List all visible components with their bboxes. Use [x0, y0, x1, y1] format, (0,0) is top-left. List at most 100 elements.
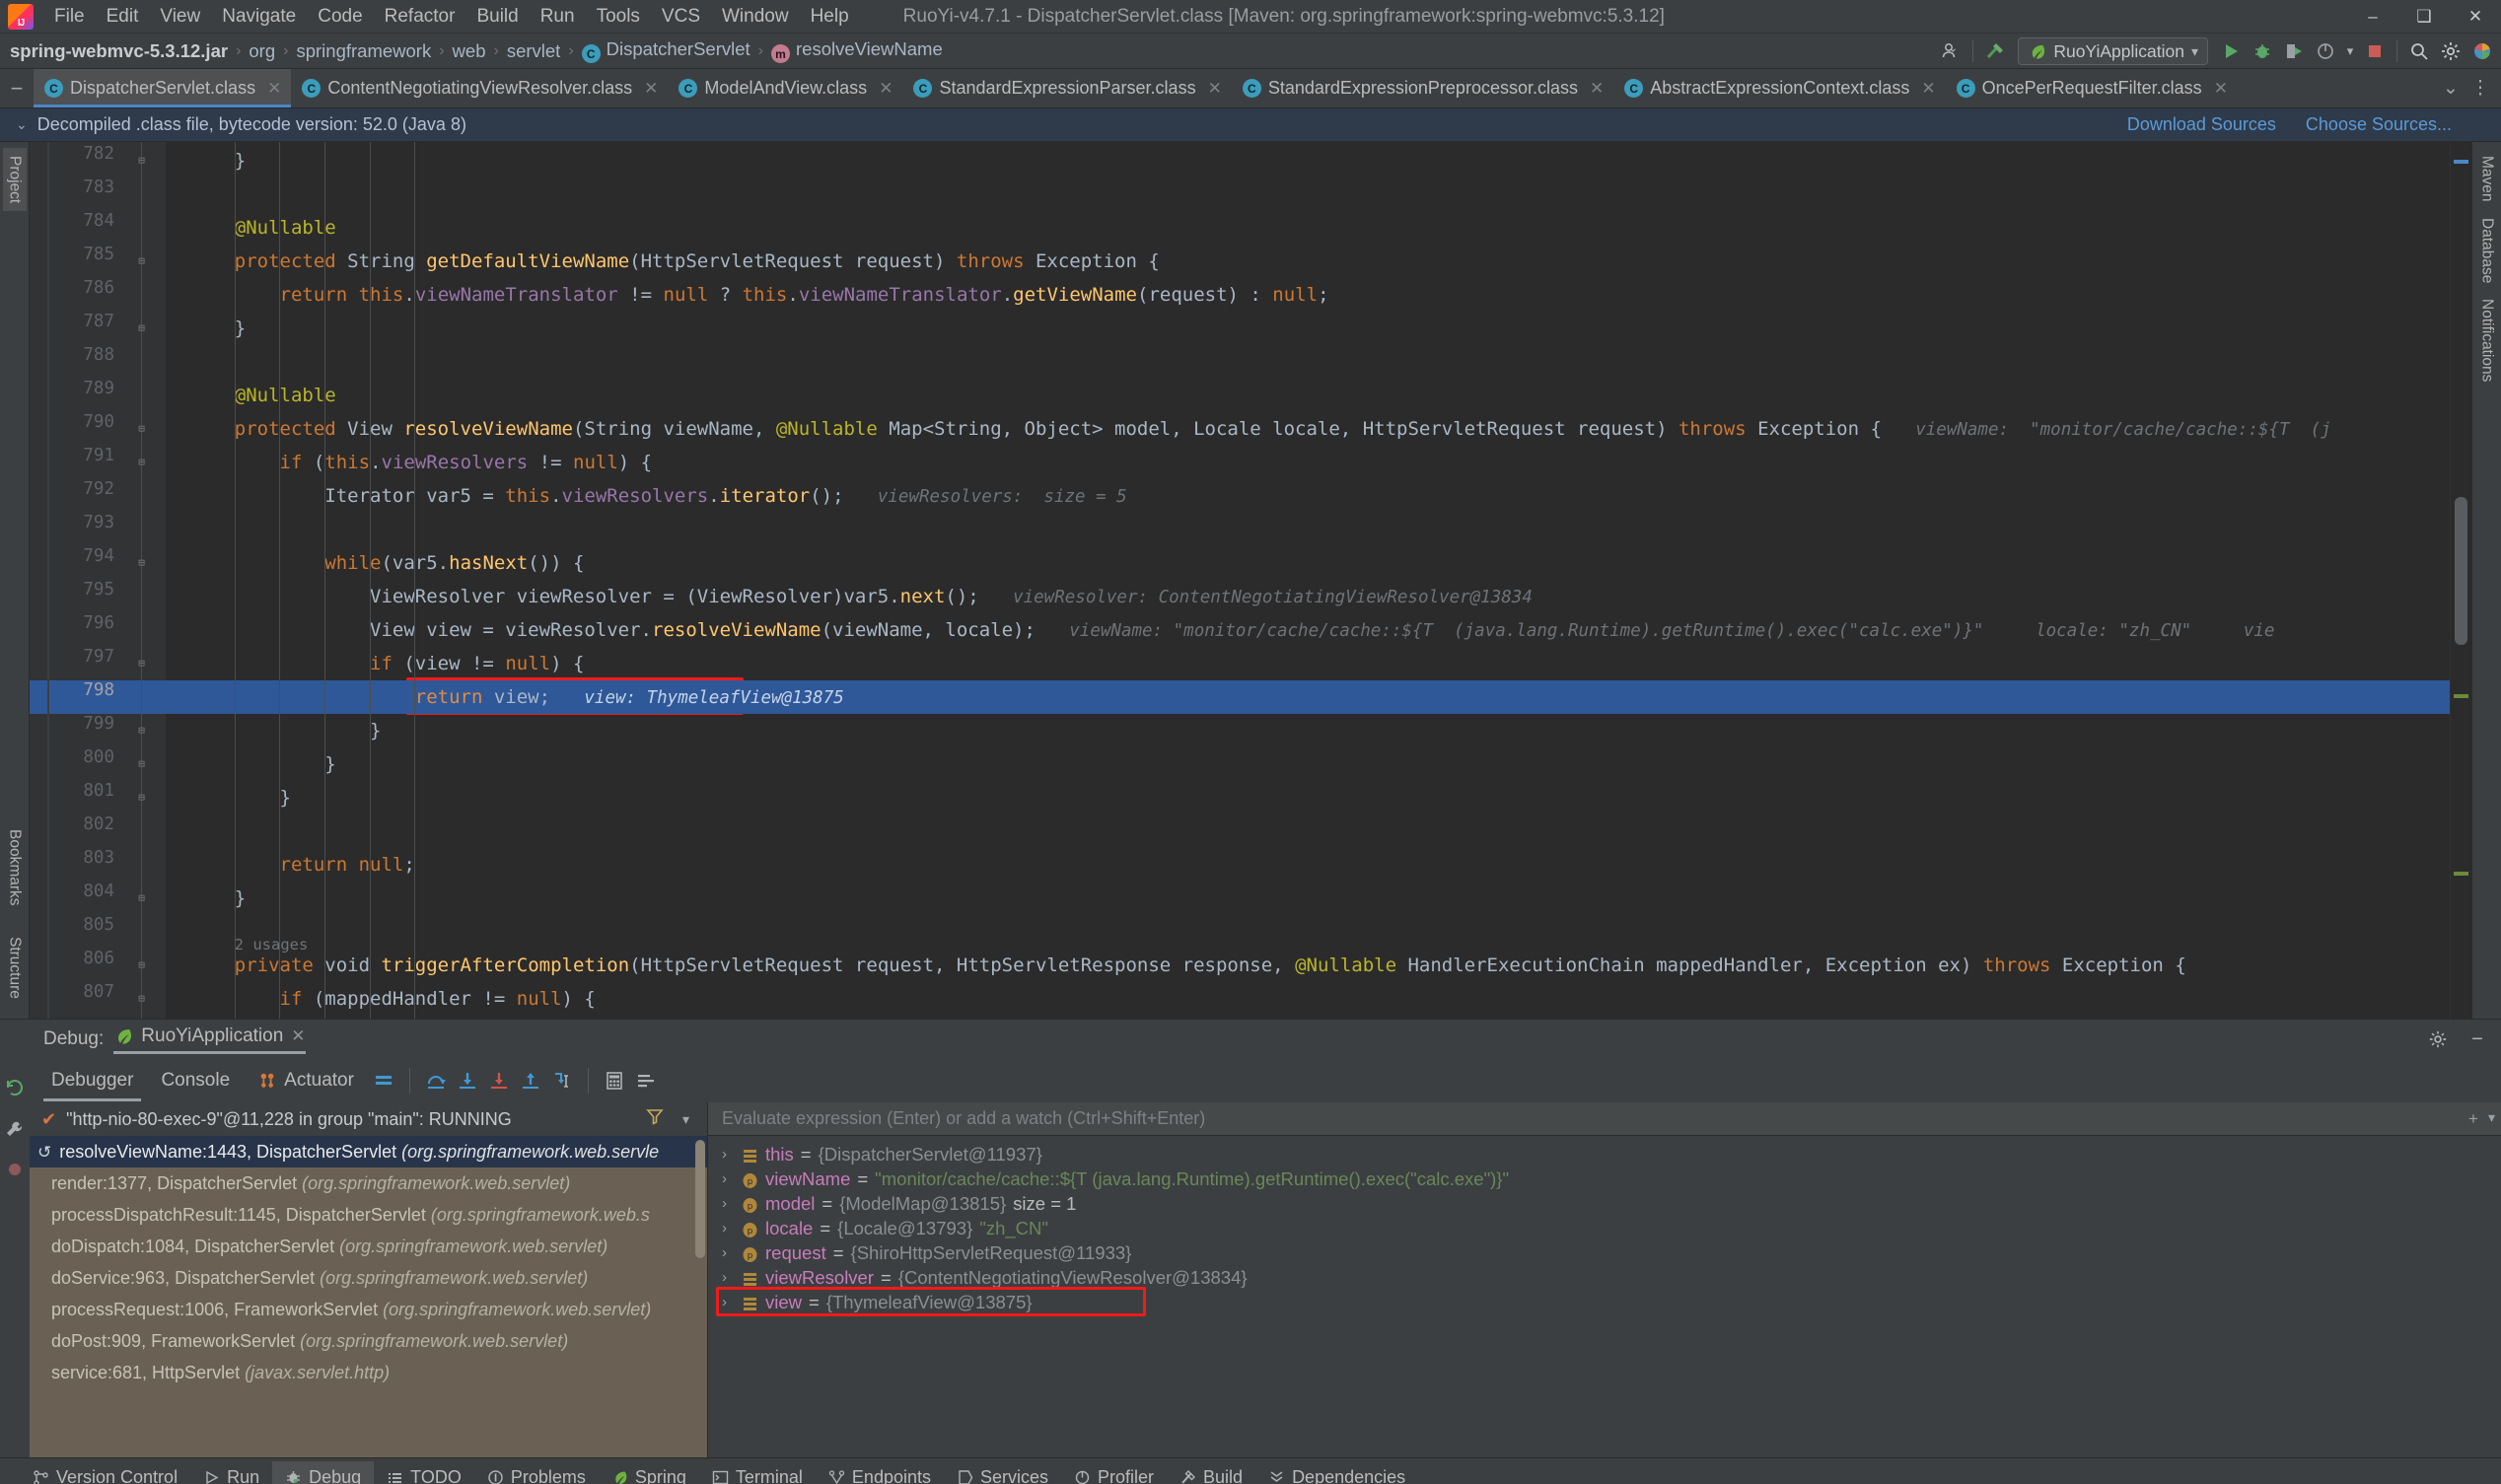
- download-sources-link[interactable]: Download Sources: [2127, 114, 2276, 135]
- tool-window-button-debug[interactable]: Debug: [272, 1461, 375, 1484]
- variable-row[interactable]: › p model = {ModelMap@13815} size = 1: [708, 1191, 2501, 1216]
- code-fold-toggle[interactable]: ⊟: [135, 791, 148, 804]
- debug-settings-gear-icon[interactable]: [2422, 1025, 2454, 1054]
- code-line[interactable]: while(var5.hasNext()) {: [166, 546, 2450, 580]
- stack-frame[interactable]: render:1377, DispatcherServlet (org.spri…: [30, 1167, 707, 1199]
- usages-hint[interactable]: 2 usages: [166, 928, 2450, 961]
- show-execution-point-icon[interactable]: [368, 1066, 399, 1095]
- code-line-current[interactable]: return view; view: ThymeleafView@13875: [166, 680, 2450, 714]
- stack-frame[interactable]: service:681, HttpServlet (javax.servlet.…: [30, 1357, 707, 1388]
- stack-frame[interactable]: doDispatch:1084, DispatcherServlet (org.…: [30, 1231, 707, 1262]
- breadcrumb-item-org[interactable]: org: [249, 40, 275, 62]
- tool-window-button-terminal[interactable]: Terminal: [699, 1461, 816, 1484]
- frames-scrollbar-thumb[interactable]: [695, 1140, 705, 1258]
- evaluate-expression-bar[interactable]: Evaluate expression (Enter) or add a wat…: [708, 1102, 2501, 1136]
- marker[interactable]: [2454, 694, 2468, 698]
- code-fold-toggle[interactable]: ⊟: [135, 724, 148, 737]
- close-tab-icon[interactable]: ✕: [644, 79, 658, 99]
- code-line[interactable]: @Nullable: [166, 379, 2450, 412]
- code-line[interactable]: }: [166, 312, 2450, 345]
- sidebar-item-notifications[interactable]: Notifications: [2475, 291, 2499, 389]
- breadcrumb-item-web[interactable]: web: [453, 40, 486, 62]
- editor-tab-standardexpressionparser[interactable]: C StandardExpressionParser.class ✕: [902, 69, 1231, 107]
- error-marker-strip[interactable]: [2450, 142, 2471, 1019]
- chevron-down-icon-2[interactable]: ▾: [2342, 36, 2358, 66]
- code-line[interactable]: [166, 814, 2450, 848]
- marker[interactable]: [2454, 160, 2468, 164]
- variable-row[interactable]: › p viewName = "monitor/cache/cache::${T (ja…: [708, 1166, 2501, 1191]
- menu-help[interactable]: Help: [800, 2, 860, 32]
- minimize-panel-icon[interactable]: −: [2462, 1025, 2493, 1054]
- close-tab-icon[interactable]: ✕: [267, 79, 281, 99]
- breadcrumb-item-dispatcherservlet[interactable]: C DispatcherServlet: [581, 38, 750, 64]
- tool-window-button-todo[interactable]: TODO: [374, 1461, 474, 1484]
- stop-button[interactable]: [2360, 36, 2390, 66]
- profiler-icon[interactable]: [2311, 36, 2340, 66]
- plugins-icon[interactable]: [2467, 36, 2497, 66]
- expand-chevron-icon[interactable]: ›: [722, 1142, 735, 1166]
- step-into-icon[interactable]: [452, 1066, 483, 1095]
- variable-row[interactable]: › p request = {ShiroHttpServletRequest@11933…: [708, 1240, 2501, 1265]
- close-tab-icon[interactable]: ✕: [1590, 79, 1604, 99]
- thread-selector[interactable]: ✔ "http-nio-80-exec-9"@11,228 in group "…: [30, 1102, 707, 1136]
- code-fold-toggle[interactable]: ⊟: [135, 992, 148, 1005]
- close-tab-icon[interactable]: ✕: [2214, 79, 2228, 99]
- collapse-chevron-icon[interactable]: ⌄: [16, 116, 28, 133]
- tool-window-button-build[interactable]: Build: [1167, 1461, 1255, 1484]
- thread-chevron-down-icon[interactable]: ▾: [682, 1111, 689, 1128]
- code-fold-toggle[interactable]: ⊟: [135, 556, 148, 569]
- minimize-button[interactable]: –: [2347, 0, 2398, 34]
- sidebar-item-database[interactable]: Database: [2475, 210, 2499, 291]
- code-line[interactable]: View view = viewResolver.resolveViewName…: [166, 613, 2450, 647]
- menu-refactor[interactable]: Refactor: [374, 2, 466, 32]
- editor-tab-standardexpressionpreprocessor[interactable]: C StandardExpressionPreprocessor.class ✕: [1232, 69, 1613, 107]
- expand-chevron-icon[interactable]: ›: [722, 1240, 735, 1265]
- code-fold-toggle[interactable]: ⊟: [135, 958, 148, 971]
- code-line[interactable]: Iterator var5 = this.viewResolvers.itera…: [166, 479, 2450, 513]
- stack-frame[interactable]: doPost:909, FrameworkServlet (org.spring…: [30, 1325, 707, 1357]
- debug-session-tab[interactable]: RuoYiApplication ✕: [113, 1025, 306, 1054]
- code-editor[interactable]: 782 783 784 785 786 787 788 789 790 791 792 793 794 7…: [30, 142, 2471, 1019]
- tab-actuator[interactable]: Actuator: [244, 1062, 368, 1099]
- code-line[interactable]: return null;: [166, 848, 2450, 882]
- code-fold-toggle[interactable]: ⊟: [135, 154, 148, 167]
- tool-window-button-endpoints[interactable]: Endpoints: [816, 1461, 944, 1484]
- code-line[interactable]: @Nullable: [166, 211, 2450, 245]
- editor-tab-dispatcherservlet[interactable]: C DispatcherServlet.class ✕: [34, 69, 292, 107]
- code-fold-toggle[interactable]: ⊟: [135, 422, 148, 435]
- code-fold-toggle[interactable]: ⊟: [135, 254, 148, 267]
- stack-frame[interactable]: resolveViewName:1443, DispatcherServlet …: [30, 1136, 707, 1167]
- variables-list[interactable]: › this = {DispatcherServlet@11937} › p viewNam…: [708, 1136, 2501, 1457]
- gear-icon[interactable]: [2436, 36, 2465, 66]
- expand-chevron-icon[interactable]: ›: [722, 1265, 735, 1290]
- editor-tab-onceperrequestfilter[interactable]: C OncePerRequestFilter.class ✕: [1946, 69, 2238, 107]
- code-line[interactable]: }: [166, 144, 2450, 177]
- debug-button[interactable]: [2248, 36, 2277, 66]
- run-to-cursor-icon[interactable]: [546, 1066, 578, 1095]
- breadcrumb-item-resolveviewname[interactable]: m resolveViewName: [771, 38, 943, 64]
- filter-icon[interactable]: [646, 1107, 664, 1131]
- breadcrumb-item-spring-webmvc-5-3-12-jar[interactable]: spring-webmvc-5.3.12.jar: [10, 40, 228, 62]
- sidebar-item-structure[interactable]: Structure: [3, 929, 27, 1007]
- tab-options-icon[interactable]: ⋮: [2465, 69, 2495, 108]
- debug-session-close-icon[interactable]: ✕: [291, 1026, 305, 1046]
- menu-vcs[interactable]: VCS: [651, 2, 711, 32]
- tool-window-button-profiler[interactable]: Profiler: [1061, 1461, 1167, 1484]
- settings-wrench-icon[interactable]: [4, 1118, 26, 1146]
- expand-chevron-icon[interactable]: ›: [722, 1216, 735, 1240]
- code-line[interactable]: if (view != null) {: [166, 647, 2450, 680]
- code-fold-toggle[interactable]: ⊟: [135, 757, 148, 770]
- menu-navigate[interactable]: Navigate: [211, 2, 307, 32]
- build-hammer-icon[interactable]: [1980, 36, 2010, 66]
- tool-window-button-dependencies[interactable]: Dependencies: [1255, 1461, 1418, 1484]
- tool-window-button-version-control[interactable]: Version Control: [20, 1461, 190, 1484]
- choose-sources-link[interactable]: Choose Sources...: [2306, 114, 2452, 135]
- menu-edit[interactable]: Edit: [96, 2, 150, 32]
- hide-tabs-button[interactable]: −: [0, 69, 34, 107]
- variable-row[interactable]: › view = {ThymeleafView@13875}: [708, 1290, 2501, 1314]
- run-with-coverage-icon[interactable]: [2279, 36, 2309, 66]
- tool-window-button-problems[interactable]: Problems: [474, 1461, 599, 1484]
- editor-tab-abstractexpressioncontext[interactable]: C AbstractExpressionContext.class ✕: [1613, 69, 1945, 107]
- call-stack-list[interactable]: resolveViewName:1443, DispatcherServlet …: [30, 1136, 707, 1457]
- tool-window-button-run[interactable]: Run: [190, 1461, 272, 1484]
